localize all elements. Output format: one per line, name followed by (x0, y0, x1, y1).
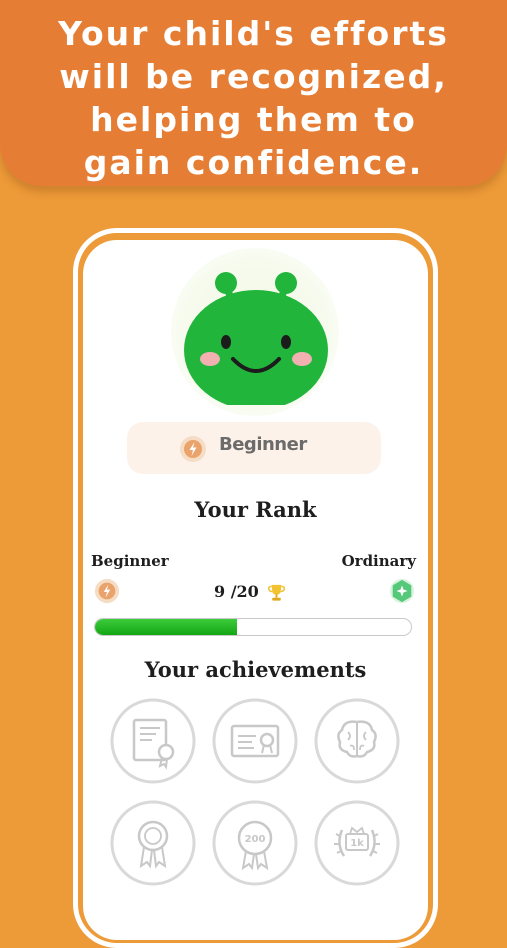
banner-text: Your child's efforts will be recognized,… (58, 14, 449, 182)
brain-icon (314, 698, 400, 784)
achievement-badge-certificate[interactable] (110, 698, 196, 784)
star-gem-icon (389, 578, 415, 604)
diploma-seal-icon (212, 698, 298, 784)
medal-200-icon: 200 (212, 800, 298, 886)
trophy-icon (267, 584, 286, 601)
certificate-ribbon-icon (110, 698, 196, 784)
lightning-badge-icon (180, 436, 206, 462)
achievement-badge-brain[interactable] (314, 698, 400, 784)
rank-progress-bar (94, 618, 412, 636)
achievement-badge-diploma[interactable] (212, 698, 298, 784)
phone-screen: Beginner Your Rank Beginner Ordinary 9 /… (83, 240, 428, 940)
lightning-badge-icon (94, 578, 120, 604)
achievement-badge-medal[interactable] (110, 800, 196, 886)
svg-text:1k: 1k (350, 838, 364, 849)
current-rank-label: Beginner (91, 552, 169, 570)
rank-score: 9 /20 (214, 582, 259, 601)
achievements-title: Your achievements (144, 657, 367, 682)
level-label: Beginner (219, 434, 307, 455)
rank-progress-fill (95, 619, 238, 635)
next-rank-label: Ordinary (341, 552, 416, 570)
achievement-badge-1k[interactable]: 1k (314, 800, 400, 886)
achievement-badge-200[interactable]: 200 (212, 800, 298, 886)
laurel-1k-icon: 1k (314, 800, 400, 886)
medal-ribbon-icon (110, 800, 196, 886)
rank-title: Your Rank (194, 497, 317, 522)
svg-text:200: 200 (245, 834, 266, 845)
promo-banner: Your child's efforts will be recognized,… (0, 0, 507, 186)
avatar[interactable] (181, 255, 331, 405)
